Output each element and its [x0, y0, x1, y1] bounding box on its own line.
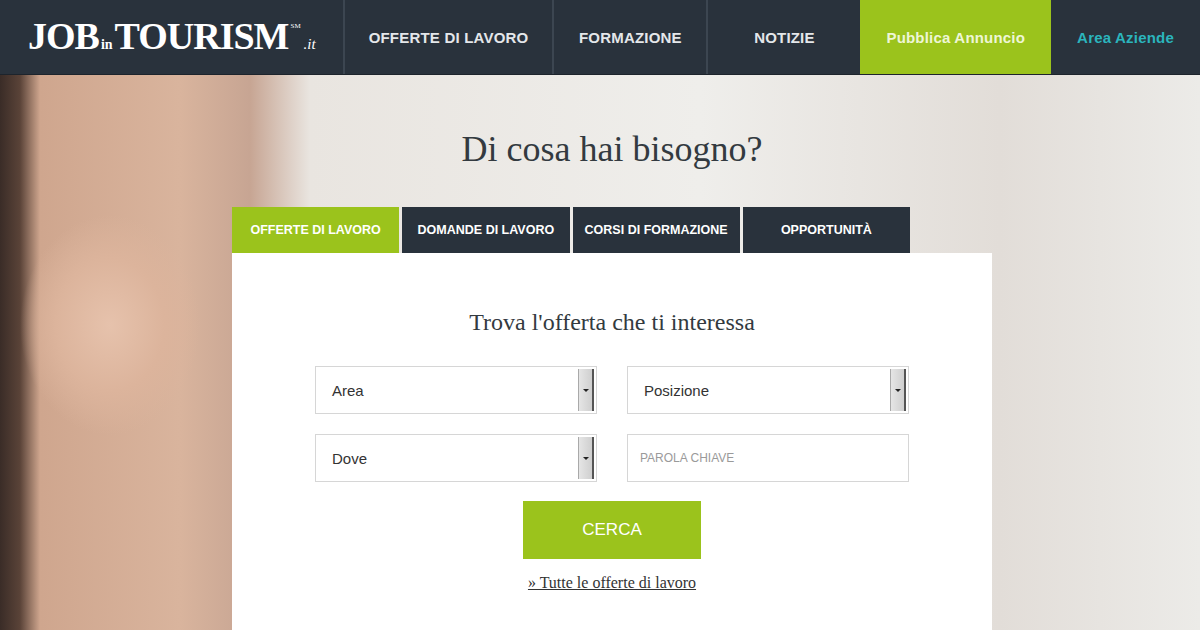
search-tab[interactable]: OFFERTE DI LAVORO [232, 207, 399, 253]
logo-mark: SM [290, 22, 300, 30]
search-tab[interactable]: OPPORTUNITÀ [743, 207, 910, 253]
search-column: Di cosa hai bisogno? OFFERTE DI LAVORODOM… [232, 75, 992, 630]
logo-middle: in [101, 37, 113, 53]
search-tabs: OFFERTE DI LAVORODOMANDE DI LAVOROCORSI … [232, 207, 910, 253]
panel-title: Trova l'offerta che ti interessa [469, 307, 755, 337]
nav-item[interactable]: OFFERTE DI LAVORO [343, 0, 553, 74]
hero-photo-background: Di cosa hai bisogno? OFFERTE DI LAVORODOM… [0, 75, 1200, 630]
search-panel: Trova l'offerta che ti interessa Area Posi… [232, 253, 992, 630]
dropdown-arrow-icon [578, 437, 594, 479]
dropdown-arrow-icon [578, 369, 594, 411]
nav-item[interactable]: NOTIZIE [706, 0, 860, 74]
arrow-triangle-icon [895, 389, 901, 392]
keyword-input[interactable] [627, 434, 909, 482]
all-offers-link[interactable]: » Tutte le offerte di lavoro [528, 574, 696, 592]
arrow-triangle-icon [583, 389, 589, 392]
dropdown-arrow-icon [890, 369, 906, 411]
arrow-triangle-icon [583, 457, 589, 460]
select-field[interactable]: Area [315, 366, 597, 414]
select-label: Dove [316, 435, 578, 481]
select-field[interactable]: Posizione [627, 366, 909, 414]
search-tab[interactable]: DOMANDE DI LAVORO [402, 207, 569, 253]
select-field[interactable]: Dove [315, 434, 597, 482]
nav-item[interactable]: Pubblica Annuncio [860, 0, 1051, 74]
page: JOBinTOURISMSM.itOFFERTE DI LAVOROFORMAZ… [0, 0, 1200, 630]
nav-item[interactable]: Area Aziende [1051, 0, 1200, 74]
main-nav: OFFERTE DI LAVOROFORMAZIONENOTIZIEPubbli… [343, 0, 1200, 74]
logo-last: TOURISM [115, 14, 289, 58]
search-button[interactable]: CERCA [523, 501, 701, 559]
select-label: Area [316, 367, 578, 413]
top-bar: JOBinTOURISMSM .it OFFERTE DI LAVOROFORMAZ… [0, 0, 1200, 75]
logo[interactable]: JOBinTOURISMSM .it [0, 0, 343, 74]
logo-first: JOB [28, 14, 99, 58]
select-label: Posizione [628, 367, 890, 413]
search-tab[interactable]: CORSI DI FORMAZIONE [573, 207, 740, 253]
search-fields: Area Posizione Dove [315, 366, 909, 482]
nav-item[interactable]: FORMAZIONE [552, 0, 706, 74]
hero-title: Di cosa hai bisogno? [232, 75, 992, 171]
logo-suffix: .it [304, 36, 316, 53]
